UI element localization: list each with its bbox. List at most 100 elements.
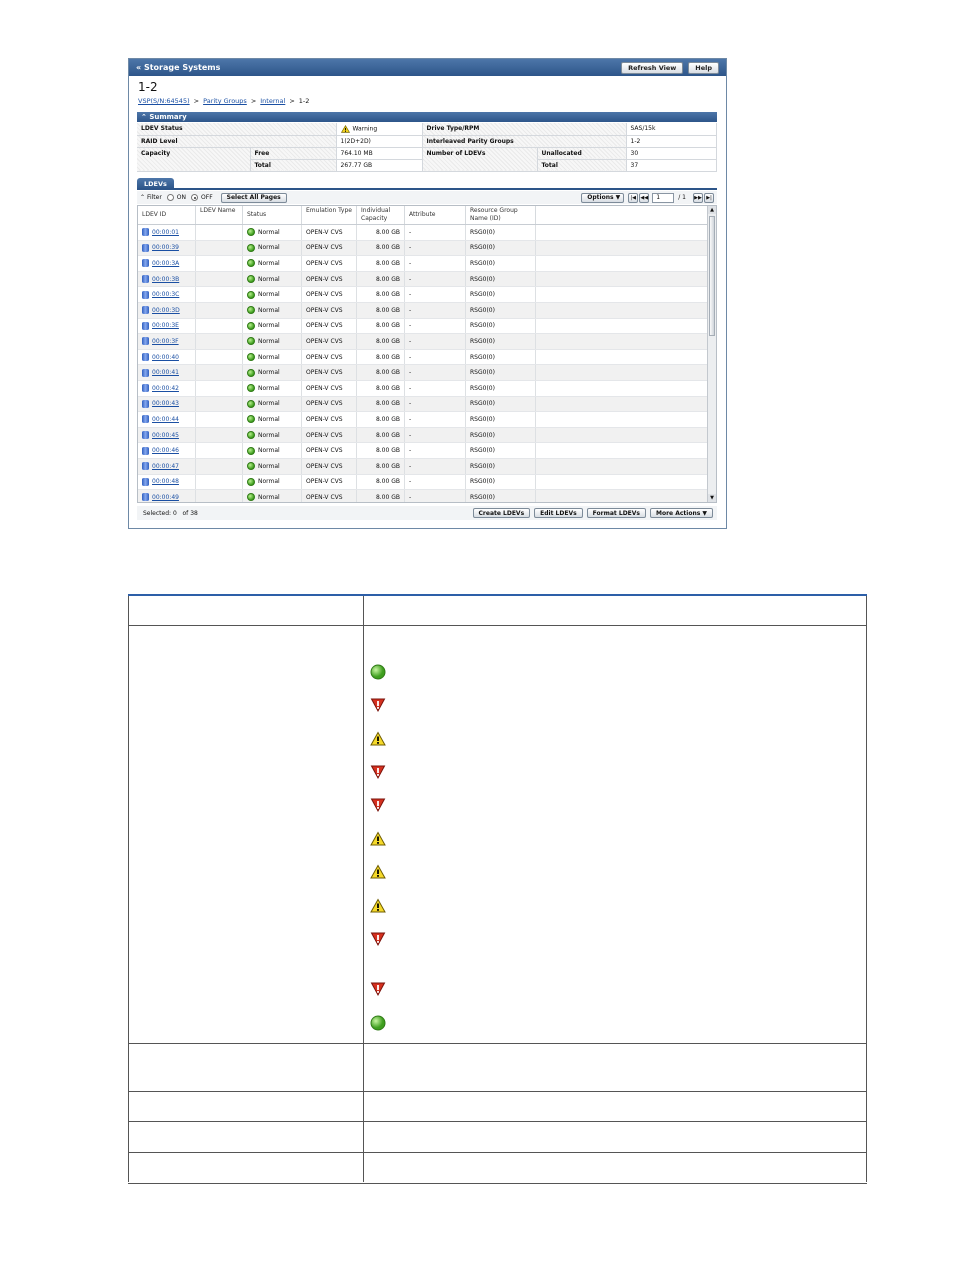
col-emulation-type[interactable]: Emulation Type <box>302 206 357 224</box>
ldev-id-link[interactable]: 00:00:3C <box>152 291 179 298</box>
col-ldev-id[interactable]: LDEV ID <box>138 206 196 224</box>
ldev-id-cell[interactable]: 00:00:3A <box>138 256 196 271</box>
ldev-id-cell[interactable]: 00:00:48 <box>138 474 196 490</box>
scroll-thumb[interactable] <box>709 216 715 336</box>
first-page-button[interactable]: |◀ <box>628 192 639 203</box>
col-resource-group[interactable]: Resource Group Name (ID) <box>466 206 536 224</box>
table-row[interactable]: 00:00:43 Normal OPEN-V CVS 8.00 GB - RSG0(0) <box>138 396 716 413</box>
ldev-id-cell[interactable]: 00:00:46 <box>138 443 196 458</box>
table-row[interactable]: 00:00:39 Normal OPEN-V CVS 8.00 GB - RSG0(0) <box>138 240 716 257</box>
ldev-id-link[interactable]: 00:00:45 <box>152 432 179 439</box>
ldev-id-link[interactable]: 00:00:01 <box>152 229 179 236</box>
col-individual-capacity[interactable]: Individual Capacity <box>357 206 405 224</box>
ldev-id-cell[interactable]: 00:00:49 <box>138 490 196 502</box>
filter-toggle[interactable]: ⌃ Filter <box>140 194 162 201</box>
table-body: 00:00:01 Normal OPEN-V CVS 8.00 GB - RSG0(0) 0… <box>138 225 716 502</box>
edit-ldevs-button[interactable]: Edit LDEVs <box>534 508 583 518</box>
ldev-id-cell[interactable]: 00:00:39 <box>138 240 196 256</box>
table-row[interactable]: 00:00:01 Normal OPEN-V CVS 8.00 GB - RSG0(0) <box>138 225 716 241</box>
collapse-icon[interactable]: « <box>136 63 144 72</box>
ldev-id-link[interactable]: 00:00:40 <box>152 354 179 361</box>
ldev-id-cell[interactable]: 00:00:3D <box>138 302 196 318</box>
filler-cell <box>536 458 716 474</box>
table-row[interactable]: 00:00:46 Normal OPEN-V CVS 8.00 GB - RSG0(0) <box>138 443 716 459</box>
table-row[interactable]: 00:00:40 Normal OPEN-V CVS 8.00 GB - RSG0(0) <box>138 349 716 366</box>
table-row[interactable]: 00:00:48 Normal OPEN-V CVS 8.00 GB - RSG0(0) <box>138 474 716 491</box>
ldev-id-link[interactable]: 00:00:39 <box>152 244 179 251</box>
ldev-id-link[interactable]: 00:00:41 <box>152 369 179 376</box>
ldev-id-cell[interactable]: 00:00:3F <box>138 334 196 349</box>
ldev-id-cell[interactable]: 00:00:40 <box>138 349 196 365</box>
emulation-cell: OPEN-V CVS <box>302 287 357 302</box>
filter-on-radio[interactable] <box>166 194 174 201</box>
ldev-id-link[interactable]: 00:00:47 <box>152 463 179 470</box>
emulation-cell: OPEN-V CVS <box>302 271 357 287</box>
ldev-total-value: 37 <box>626 159 717 172</box>
ldev-id-link[interactable]: 00:00:3E <box>152 322 179 329</box>
attribute-cell: - <box>405 225 466 240</box>
ldev-id-link[interactable]: 00:00:3B <box>152 276 179 283</box>
breadcrumb-parity-groups[interactable]: Parity Groups <box>203 97 247 105</box>
select-all-pages-button[interactable]: Select All Pages <box>220 192 287 203</box>
format-ldevs-button[interactable]: Format LDEVs <box>586 508 646 518</box>
ldev-id-cell[interactable]: 00:00:41 <box>138 365 196 380</box>
col-attribute[interactable]: Attribute <box>405 206 466 224</box>
ldev-id-cell[interactable]: 00:00:01 <box>138 225 196 240</box>
refresh-view-button[interactable]: Refresh View <box>621 61 684 74</box>
col-ldev-name[interactable]: LDEV Name <box>196 206 243 224</box>
table-row[interactable]: 00:00:3B Normal OPEN-V CVS 8.00 GB - RSG0(0) <box>138 271 716 288</box>
table-row[interactable]: 00:00:3C Normal OPEN-V CVS 8.00 GB - RSG0(0) <box>138 287 716 303</box>
ldev-id-cell[interactable]: 00:00:3B <box>138 271 196 287</box>
ldev-id-cell[interactable]: 00:00:47 <box>138 458 196 474</box>
filter-off-radio[interactable] <box>191 194 199 201</box>
ldev-id-cell[interactable]: 00:00:44 <box>138 412 196 427</box>
table-row[interactable]: 00:00:3A Normal OPEN-V CVS 8.00 GB - RSG0(0) <box>138 256 716 272</box>
scroll-down-icon[interactable]: ▼ <box>708 494 716 502</box>
ldev-id-link[interactable]: 00:00:49 <box>152 494 179 501</box>
breadcrumb-internal[interactable]: Internal <box>260 97 285 105</box>
summary-header[interactable]: ⌃ Summary <box>137 112 717 122</box>
table-row[interactable]: 00:00:44 Normal OPEN-V CVS 8.00 GB - RSG0(0) <box>138 412 716 428</box>
ldev-id-cell[interactable]: 00:00:3C <box>138 287 196 302</box>
scroll-up-icon[interactable]: ▲ <box>708 206 716 214</box>
ldev-id-cell[interactable]: 00:00:45 <box>138 427 196 443</box>
page-number-input[interactable]: 1 <box>652 192 675 203</box>
ldev-id-link[interactable]: 00:00:3F <box>152 338 179 345</box>
ldev-id-cell[interactable]: 00:00:3E <box>138 318 196 334</box>
table-row[interactable]: 00:00:49 Normal OPEN-V CVS 8.00 GB - RSG0(0) <box>138 490 716 502</box>
ldev-id-cell[interactable]: 00:00:43 <box>138 396 196 412</box>
ldev-id-link[interactable]: 00:00:46 <box>152 447 179 454</box>
table-row[interactable]: 00:00:3F Normal OPEN-V CVS 8.00 GB - RSG0(0) <box>138 334 716 350</box>
help-button[interactable]: Help <box>688 61 719 74</box>
resource-group-cell: RSG0(0) <box>466 271 536 287</box>
ldev-id-link[interactable]: 00:00:44 <box>152 416 179 423</box>
col-status[interactable]: Status <box>243 206 302 224</box>
options-button[interactable]: Options ▼ <box>581 192 625 203</box>
ldev-id-cell[interactable]: 00:00:42 <box>138 380 196 396</box>
more-actions-button[interactable]: More Actions ▼ <box>649 508 713 518</box>
breadcrumb-storage-system[interactable]: VSP(S/N:64545) <box>138 97 190 105</box>
prev-page-button[interactable]: ◀◀ <box>639 192 650 203</box>
ldev-id-link[interactable]: 00:00:48 <box>152 478 179 485</box>
num-ldevs-label: Number of LDEVs <box>422 147 538 172</box>
ldev-id-link[interactable]: 00:00:42 <box>152 385 179 392</box>
ldev-name-cell <box>196 302 243 318</box>
last-page-button[interactable]: ▶| <box>704 192 714 203</box>
table-row[interactable]: 00:00:45 Normal OPEN-V CVS 8.00 GB - RSG0(0) <box>138 427 716 444</box>
table-row[interactable]: 00:00:41 Normal OPEN-V CVS 8.00 GB - RSG0(0) <box>138 365 716 381</box>
ldev-id-link[interactable]: 00:00:3D <box>152 307 180 314</box>
next-page-button[interactable]: ▶▶ <box>693 192 703 203</box>
ldev-id-link[interactable]: 00:00:43 <box>152 400 179 407</box>
table-row[interactable]: 00:00:3E Normal OPEN-V CVS 8.00 GB - RSG0(0) <box>138 318 716 335</box>
emulation-cell: OPEN-V CVS <box>302 427 357 443</box>
filler-cell <box>536 334 716 349</box>
create-ldevs-button[interactable]: Create LDEVs <box>472 508 531 518</box>
filler-cell <box>536 287 716 302</box>
ldev-id-link[interactable]: 00:00:3A <box>152 260 179 267</box>
table-row[interactable]: 00:00:42 Normal OPEN-V CVS 8.00 GB - RSG0(0) <box>138 380 716 397</box>
vertical-scrollbar[interactable]: ▲ ▼ <box>707 206 716 502</box>
emulation-cell: OPEN-V CVS <box>302 474 357 490</box>
table-row[interactable]: 00:00:3D Normal OPEN-V CVS 8.00 GB - RSG0(0) <box>138 302 716 319</box>
table-row[interactable]: 00:00:47 Normal OPEN-V CVS 8.00 GB - RSG0(0) <box>138 458 716 475</box>
breadcrumb-separator: > <box>193 97 200 105</box>
